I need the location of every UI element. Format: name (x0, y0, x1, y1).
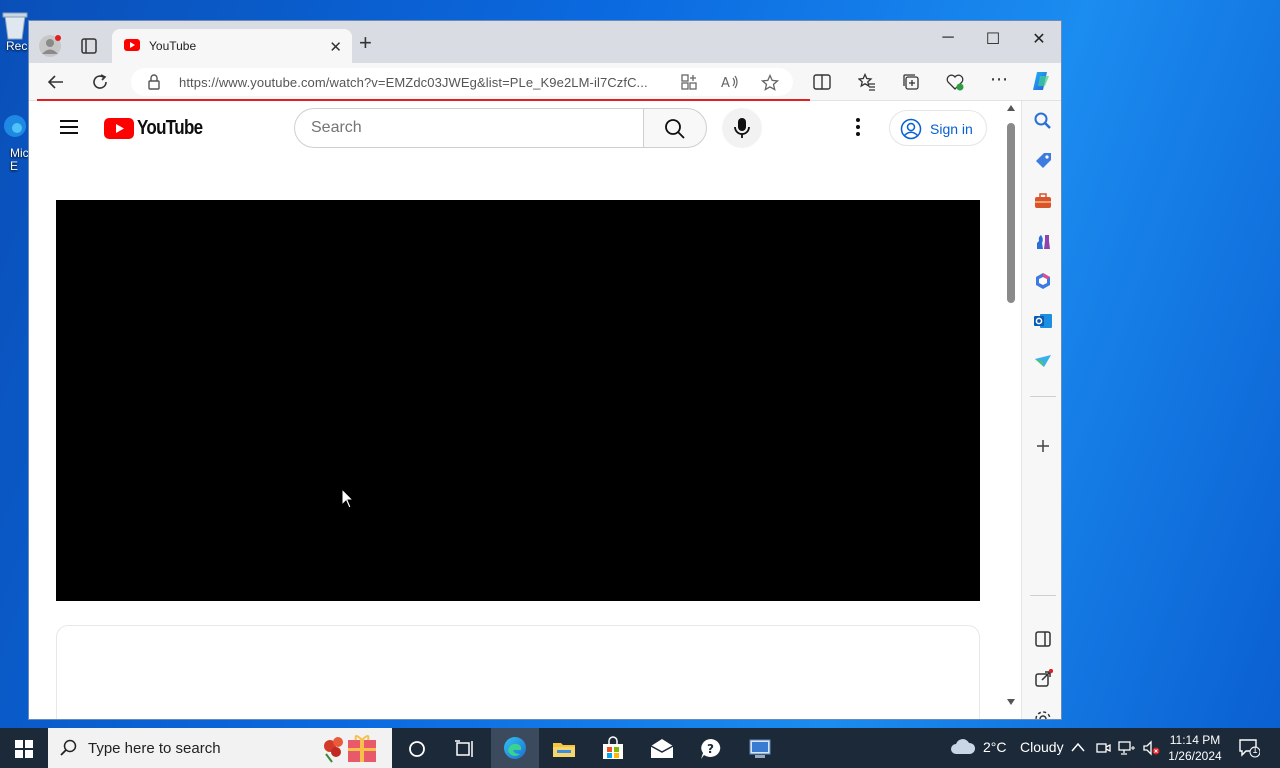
outlook-icon[interactable] (1033, 311, 1053, 331)
search-box (294, 108, 644, 148)
meet-now-icon[interactable] (1095, 740, 1111, 756)
tools-briefcase-icon[interactable] (1033, 191, 1053, 211)
task-view-icon[interactable] (452, 736, 478, 762)
tab-youtube[interactable]: YouTube ✕ (112, 29, 352, 63)
tab-close-icon[interactable]: ✕ (329, 38, 342, 56)
taskbar-search-placeholder: Type here to search (88, 740, 221, 757)
voice-search-button[interactable] (722, 108, 762, 148)
minimize-icon[interactable]: ─ (933, 29, 963, 47)
sidebar-divider (1030, 396, 1056, 397)
app-available-icon[interactable] (681, 74, 697, 90)
edge-shortcut-icon (4, 115, 26, 137)
action-center-button[interactable]: 1 (1238, 738, 1261, 763)
search-icon (665, 119, 685, 139)
volume-muted-icon[interactable] (1142, 740, 1160, 756)
microsoft-store-icon[interactable] (600, 736, 626, 762)
hide-sidebar-icon[interactable] (1033, 629, 1053, 649)
clock-time: 11:14 PM (1169, 733, 1221, 747)
shopping-tag-icon[interactable] (1033, 151, 1053, 171)
windows-start-icon[interactable] (15, 740, 33, 758)
edge-sidebar (1021, 101, 1061, 720)
open-external-icon[interactable] (1033, 669, 1053, 689)
weather-temp: 2°C (983, 739, 1007, 755)
tab-strip: YouTube ✕ + ─ ☐ ✕ (29, 21, 1061, 63)
refresh-icon[interactable] (91, 73, 109, 91)
add-sidebar-app-icon[interactable] (1033, 436, 1053, 456)
taskbar-search-icon (60, 739, 77, 756)
send-drop-icon[interactable] (1033, 351, 1053, 371)
video-info-placeholder (56, 625, 980, 719)
remote-desktop-icon[interactable] (747, 736, 773, 762)
taskbar-active-edge[interactable] (491, 728, 539, 768)
page-scrollbar[interactable] (1002, 101, 1020, 719)
taskbar: Type here to search ? 2°C Cloudy 11:14 P… (0, 728, 1280, 768)
scroll-up-icon[interactable] (1007, 105, 1015, 111)
get-help-icon[interactable]: ? (698, 736, 724, 762)
svg-text:?: ? (707, 742, 714, 756)
microphone-icon (734, 118, 750, 138)
collections-icon[interactable] (902, 73, 920, 91)
show-hidden-icons-chevron-up-icon[interactable] (1071, 742, 1085, 752)
search-input[interactable] (311, 109, 631, 147)
youtube-play-logo-icon (104, 118, 134, 139)
browser-essentials-icon[interactable] (946, 73, 964, 91)
browser-toolbar: https://www.youtube.com/watch?v=EMZdc03J… (29, 63, 1061, 101)
scroll-down-icon[interactable] (1007, 699, 1015, 705)
recycle-bin-icon (2, 12, 28, 40)
new-tab-icon[interactable]: + (359, 32, 372, 54)
system-clock[interactable]: 11:14 PM 1/26/2024 (1166, 732, 1224, 764)
svg-text:A: A (721, 76, 730, 90)
read-aloud-icon[interactable]: A (721, 74, 739, 90)
close-icon[interactable]: ✕ (1024, 29, 1054, 49)
notification-count: 1 (1252, 745, 1258, 755)
cortana-icon[interactable] (404, 736, 430, 762)
url-text[interactable]: https://www.youtube.com/watch?v=EMZdc03J… (179, 75, 648, 90)
tab-actions-icon[interactable] (79, 36, 99, 56)
back-icon[interactable] (47, 73, 65, 91)
more-options-icon[interactable]: ⋯ (990, 69, 1008, 90)
copilot-icon[interactable] (1030, 70, 1052, 92)
file-explorer-icon[interactable] (551, 736, 577, 762)
cloud-icon (951, 739, 976, 754)
weather-condition: Cloudy (1020, 739, 1064, 755)
tab-title: YouTube (149, 39, 197, 53)
favorite-star-icon[interactable] (761, 74, 779, 92)
youtube-logo[interactable]: YouTube (104, 117, 214, 140)
youtube-favicon-icon (124, 39, 140, 51)
lock-icon[interactable] (147, 74, 161, 90)
edge-taskbar-icon (504, 737, 526, 759)
mouse-cursor-icon (341, 488, 355, 509)
search-highlight-gift-icon (324, 735, 376, 763)
address-bar[interactable]: https://www.youtube.com/watch?v=EMZdc03J… (131, 68, 793, 96)
sign-in-label: Sign in (930, 121, 973, 137)
settings-kebab-icon[interactable] (855, 117, 861, 137)
youtube-page: YouTube Sign in (29, 101, 1021, 719)
sidebar-search-icon[interactable] (1033, 111, 1053, 131)
sidebar-divider (1030, 595, 1056, 596)
profile-icon[interactable] (39, 35, 61, 57)
favorites-icon[interactable] (858, 73, 876, 91)
video-player[interactable] (56, 200, 980, 601)
sidebar-settings-gear-icon[interactable] (1033, 709, 1053, 720)
maximize-icon[interactable]: ☐ (978, 29, 1008, 49)
split-screen-icon[interactable] (813, 73, 831, 91)
microsoft-365-icon[interactable] (1033, 271, 1053, 291)
account-icon (900, 118, 922, 140)
games-icon[interactable] (1033, 231, 1053, 251)
browser-window: YouTube ✕ + ─ ☐ ✕ https://www.youtube.co… (28, 20, 1062, 720)
mail-icon[interactable] (649, 736, 675, 762)
scrollbar-thumb[interactable] (1007, 123, 1015, 303)
clock-date: 1/26/2024 (1168, 749, 1222, 763)
hamburger-menu-icon[interactable] (59, 119, 79, 135)
taskbar-search-box[interactable]: Type here to search (48, 728, 392, 768)
sign-in-button[interactable]: Sign in (889, 110, 987, 146)
search-button[interactable] (643, 108, 707, 148)
network-icon[interactable] (1118, 740, 1136, 756)
youtube-logo-text: YouTube (137, 117, 203, 139)
